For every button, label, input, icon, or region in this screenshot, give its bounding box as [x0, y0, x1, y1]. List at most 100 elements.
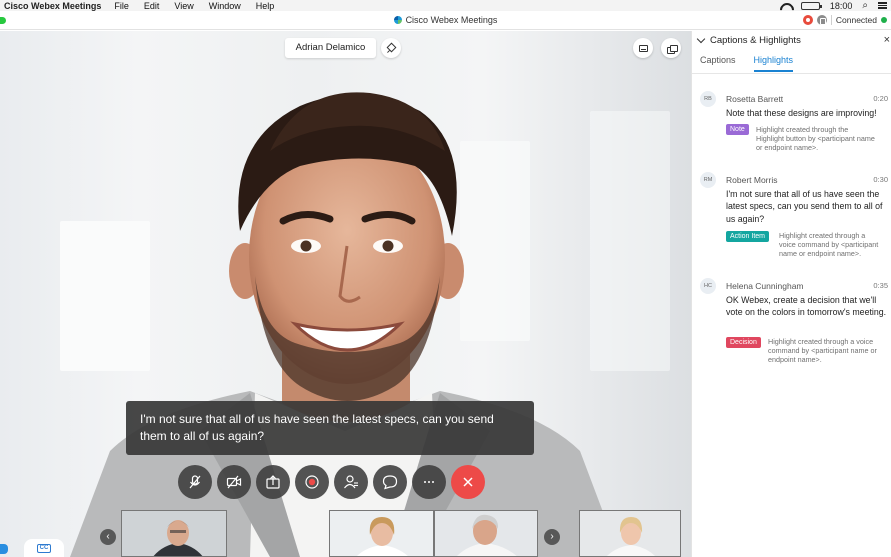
more-button[interactable]	[412, 465, 446, 499]
highlight-note: Highlight created through the Highlight …	[756, 125, 875, 153]
highlight-note-line: voice command by <participant	[779, 240, 879, 250]
menu-edit[interactable]: Edit	[144, 1, 160, 11]
share-icon	[266, 475, 280, 489]
participant-video	[435, 511, 537, 556]
menu-help[interactable]: Help	[256, 1, 275, 11]
chat-button[interactable]	[373, 465, 407, 499]
notification-center-icon[interactable]	[878, 2, 887, 9]
highlight-note-line: command by <participant name or	[768, 346, 877, 356]
clock[interactable]: 18:00	[830, 1, 853, 11]
highlight-item[interactable]: RB Rosetta Barrett 0:20 Note that these …	[692, 91, 891, 161]
highlight-author: Robert Morris	[726, 175, 778, 185]
avatar: RB	[700, 91, 716, 107]
window-title-text: Cisco Webex Meetings	[405, 15, 498, 25]
tab-captions[interactable]: Captions	[700, 55, 736, 73]
panel-tabs: Captions Highlights	[692, 55, 891, 73]
window-title: Cisco Webex Meetings	[0, 15, 891, 25]
connection-status-text: Connected	[835, 15, 877, 25]
participant-thumbnail[interactable]	[434, 510, 538, 557]
highlight-note-line: Highlight created through the	[756, 125, 849, 134]
highlight-tag-decision[interactable]: Decision	[726, 337, 761, 348]
highlight-text: Note that these designs are improving!	[726, 108, 877, 118]
avatar: RM	[700, 172, 716, 188]
highlight-note: Highlight created through a voice comman…	[768, 337, 877, 365]
active-speaker-video[interactable]: Adrian Delamico I'm not sure that all of…	[0, 31, 691, 557]
highlight-text: OK Webex, create a decision that we'll v…	[726, 295, 887, 318]
thumbnails-prev-button[interactable]: ‹	[100, 529, 116, 545]
closed-captions-icon: CC	[37, 543, 51, 553]
layout-icon	[638, 44, 648, 52]
participant-video	[330, 511, 433, 556]
app-menu-name[interactable]: Cisco Webex Meetings	[4, 1, 101, 11]
highlight-note-line: or endpoint name>.	[756, 143, 819, 153]
chevron-down-icon[interactable]	[696, 34, 706, 43]
highlight-tag-note[interactable]: Note	[726, 124, 749, 135]
camera-off-icon	[226, 475, 242, 489]
closed-captions-button[interactable]: CC	[24, 539, 64, 557]
menu-view[interactable]: View	[174, 1, 193, 11]
participant-thumbnail[interactable]	[329, 510, 434, 557]
participant-video	[580, 511, 680, 556]
highlight-item[interactable]: RM Robert Morris 0:30 I'm not sure that …	[692, 172, 891, 267]
menu-window[interactable]: Window	[209, 1, 241, 11]
menu-bar-status-area: 18:00 ⌕	[779, 0, 887, 11]
pin-icon	[387, 44, 396, 53]
panel-title: Captions & Highlights	[710, 34, 801, 46]
participant-thumbnail[interactable]	[121, 510, 227, 557]
mute-button[interactable]	[178, 465, 212, 499]
chat-icon	[382, 475, 398, 490]
end-call-button[interactable]	[451, 465, 485, 499]
highlight-note: Highlight created through a voice comman…	[779, 231, 878, 259]
avatar: HC	[700, 278, 716, 294]
highlight-note-line: endpoint name>.	[768, 355, 822, 365]
highlight-note-line: Highlight created through a	[779, 231, 866, 240]
meeting-control-bar	[178, 465, 485, 499]
active-speaker-name-label: Adrian Delamico	[285, 38, 376, 58]
participants-button[interactable]	[334, 465, 368, 499]
participant-video	[122, 511, 226, 556]
popout-window-icon	[666, 44, 678, 54]
live-caption-overlay: I'm not sure that all of us have seen th…	[126, 401, 534, 455]
highlight-item[interactable]: HC Helena Cunningham 0:35 OK Webex, crea…	[692, 278, 891, 373]
tab-divider	[692, 73, 891, 74]
spotlight-search-icon[interactable]: ⌕	[862, 0, 868, 11]
webex-logo-icon	[393, 16, 402, 24]
more-icon	[424, 481, 434, 483]
captions-highlights-panel: Captions & Highlights × Captions Highlig…	[691, 31, 891, 557]
window-title-bar: Cisco Webex Meetings Connected	[0, 11, 891, 30]
battery-icon[interactable]	[800, 1, 822, 10]
microphone-muted-icon	[189, 475, 201, 489]
menu-bar: Cisco Webex Meetings File Edit View Wind…	[0, 0, 891, 11]
divider	[830, 15, 832, 25]
video-button[interactable]	[217, 465, 251, 499]
highlight-tag-action-item[interactable]: Action Item	[726, 231, 770, 242]
participants-icon	[344, 475, 358, 489]
record-button[interactable]	[295, 465, 329, 499]
close-panel-icon[interactable]: ×	[884, 34, 890, 46]
participant-thumbnail[interactable]	[579, 510, 681, 557]
panel-header[interactable]: Captions & Highlights ×	[692, 31, 891, 49]
security-lock-icon[interactable]	[816, 15, 827, 25]
layout-button[interactable]	[633, 38, 653, 58]
corner-indicator	[0, 544, 8, 554]
close-icon	[463, 477, 473, 487]
highlight-timestamp[interactable]: 0:35	[873, 281, 888, 290]
popout-button[interactable]	[661, 38, 681, 58]
menu-file[interactable]: File	[114, 1, 129, 11]
share-button[interactable]	[256, 465, 290, 499]
thumbnails-next-button[interactable]: ›	[544, 529, 560, 545]
highlight-author: Helena Cunningham	[726, 281, 804, 291]
highlight-timestamp[interactable]: 0:30	[873, 175, 888, 184]
recording-indicator-icon[interactable]	[802, 15, 813, 25]
highlight-note-line: name or endpoint name>.	[779, 249, 862, 259]
connected-dot-icon	[881, 17, 887, 23]
highlight-author: Rosetta Barrett	[726, 94, 784, 104]
tab-highlights[interactable]: Highlights	[753, 55, 793, 73]
highlight-text: I'm not sure that all of us have seen th…	[726, 189, 883, 224]
wifi-icon[interactable]	[779, 2, 791, 10]
highlight-note-line: Highlight created through a voice	[768, 337, 874, 346]
connection-status: Connected	[802, 15, 887, 25]
record-icon	[305, 475, 319, 489]
pin-speaker-button[interactable]	[381, 38, 401, 58]
highlight-timestamp[interactable]: 0:20	[873, 94, 888, 103]
